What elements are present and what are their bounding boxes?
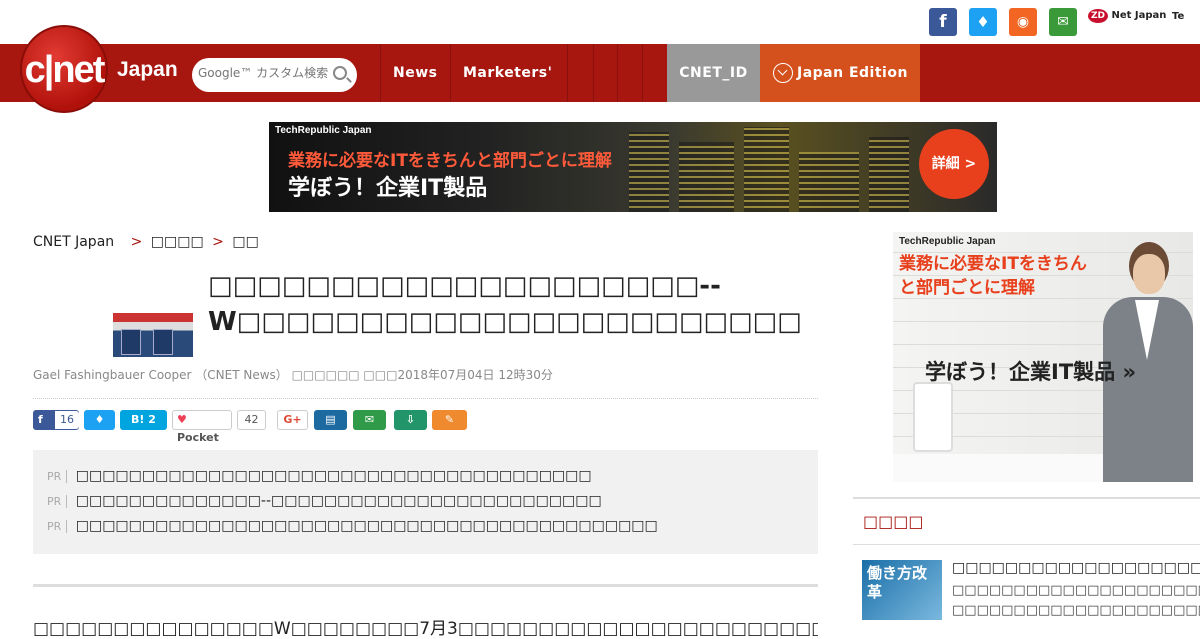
facebook-share-count: 16 (55, 411, 79, 429)
japan-edition-label: Japan Edition (797, 65, 908, 81)
twitter-icon[interactable]: ♦ (969, 8, 997, 36)
japan-edition-button[interactable]: Japan Edition (760, 44, 920, 102)
edition-label: Japan (117, 58, 178, 81)
ad-subheadline: 学ぼう！企業IT製品 » (925, 360, 1137, 384)
utility-bar: f ♦ ◉ ✉ ZD Net Japan Te (0, 0, 1200, 44)
pr-tag: PR (47, 495, 68, 508)
breadcrumb: CNET Japan > □□□□ > □□ (33, 234, 263, 250)
clip-button[interactable]: ✎ (432, 410, 467, 430)
article-byline: Gael Fashingbauer Cooper （CNET News） □□□… (33, 368, 553, 382)
print-button[interactable]: ▤ (314, 410, 347, 430)
save-button[interactable]: ⇩ (394, 410, 427, 430)
pr-item[interactable]: PR □□□□□□□□□□□□□□□□□□□□□□□□□□□□□□□□□□□□□… (47, 514, 804, 539)
sidebar-item-desc: □□□□□□□□□□□□□□□□□□□□□□□□□ (952, 583, 1200, 598)
pr-item[interactable]: PR □□□□□□□□□□□□□□□□□□□□□□□□□□□□□□□□□□□□□… (47, 464, 804, 489)
ad-brand: TechRepublic Japan (275, 125, 372, 136)
print-icon: ▤ (325, 413, 336, 426)
pr-item[interactable]: PR □□□□□□□□□□□□□□--□□□□□□□□□□□□□□□□□□□□□… (47, 489, 804, 514)
ad-graphic (913, 382, 953, 452)
nav-divider (642, 44, 643, 102)
pr-link[interactable]: □□□□□□□□□□□□□□□□□□□□□□□□□□□□□□□□□□□□□□□□… (76, 518, 658, 534)
hatena-label: B! (131, 413, 145, 426)
techrepublic-link[interactable]: Te (1172, 11, 1184, 22)
breadcrumb-category[interactable]: □□□□ (151, 234, 204, 250)
breadcrumb-separator: > (212, 234, 224, 250)
cnet-logo[interactable]: c|net (20, 25, 108, 113)
hatena-count: 2 (148, 413, 156, 426)
search-icon[interactable] (333, 66, 347, 80)
google-plus-button[interactable]: G+ (277, 410, 308, 430)
pocket-icon: ♥ (177, 413, 187, 426)
article-body: □□□□□□□□□□□□□□□W□□□□□□□□7月3□□□□□□□□□□□□□… (33, 619, 818, 639)
rss-icon[interactable]: ◉ (1009, 8, 1037, 36)
pocket-button[interactable]: ♥ Pocket (172, 410, 232, 444)
nav-divider (593, 44, 594, 102)
article-title: □□□□□□□□□□□□□□□□□□□□--W□□□□□□□□□□□□□□□□□… (208, 271, 802, 337)
pocket-count: 42 (237, 410, 266, 430)
ad-graphic (799, 152, 859, 212)
facebook-icon: f (38, 413, 43, 426)
mail-icon: ✉ (364, 413, 375, 426)
ad-headline: 業務に必要なITをきちんと部門ごとに理解 (899, 254, 1087, 298)
main-nav (0, 44, 1200, 102)
facebook-icon[interactable]: f (929, 8, 957, 36)
ad-headline: 業務に必要なITをきちんと部門ごとに理解 (288, 151, 612, 171)
article-thumbnail (113, 313, 193, 357)
pr-tag: PR (47, 520, 68, 533)
sidebar-ad[interactable]: TechRepublic Japan 業務に必要なITをきちんと部門ごとに理解 … (893, 232, 1193, 482)
ad-brand: TechRepublic Japan (899, 236, 996, 247)
divider (33, 398, 818, 399)
clip-icon: ✎ (444, 413, 455, 426)
pr-links-box: PR □□□□□□□□□□□□□□□□□□□□□□□□□□□□□□□□□□□□□… (33, 450, 818, 554)
email-share-button[interactable]: ✉ (353, 410, 386, 430)
ad-details-button[interactable]: 詳細 > (919, 129, 989, 199)
pr-tag: PR (47, 470, 68, 483)
nav-item-marketers[interactable]: Marketers' (451, 44, 564, 102)
twitter-icon: ♦ (94, 413, 105, 426)
ad-graphic (629, 132, 669, 212)
ad-subheadline: 学ぼう！企業IT製品 (288, 176, 488, 201)
sidebar-section-title: □□□□ (853, 497, 1200, 545)
zdnet-label: Net Japan (1111, 10, 1167, 21)
banner-ad[interactable]: TechRepublic Japan 業務に必要なITをきちんと部門ごとに理解 … (269, 122, 997, 212)
zdnet-japan-link[interactable]: ZD Net Japan (1088, 9, 1167, 23)
pr-link[interactable]: □□□□□□□□□□□□□□--□□□□□□□□□□□□□□□□□□□□□□□□… (76, 493, 602, 509)
divider (33, 584, 818, 587)
breadcrumb-subcategory[interactable]: □□ (232, 234, 258, 250)
ad-graphic (869, 137, 909, 212)
facebook-share-button[interactable]: f 16 (33, 410, 79, 430)
pr-link[interactable]: □□□□□□□□□□□□□□□□□□□□□□□□□□□□□□□□□□□□□□□ (76, 468, 592, 484)
pocket-label: Pocket (177, 431, 219, 444)
sidebar-item-title[interactable]: □□□□□□□□□□□□□□□□□□□ (952, 560, 1200, 576)
hatena-bookmark-button[interactable]: B! 2 (120, 410, 167, 430)
download-icon: ⇩ (405, 413, 416, 426)
cnet-id-button[interactable]: CNET_ID (667, 44, 760, 102)
ad-graphic (679, 142, 734, 212)
breadcrumb-separator: > (130, 234, 143, 250)
sidebar-item-thumbnail[interactable]: 働き方改革 (862, 560, 942, 620)
mail-icon[interactable]: ✉ (1049, 8, 1077, 36)
sidebar-item-desc: □□□□□□□□□□□□□□□□□□□□□□□ (952, 603, 1200, 618)
breadcrumb-home[interactable]: CNET Japan (33, 234, 114, 250)
chevron-down-icon (773, 63, 793, 83)
ad-graphic (744, 127, 789, 212)
search-input[interactable] (198, 66, 328, 80)
tweet-button[interactable]: ♦ (84, 410, 115, 430)
nav-divider (567, 44, 568, 102)
nav-divider (617, 44, 618, 102)
techrepublic-label: Te (1172, 11, 1185, 22)
zdnet-mark: ZD (1088, 9, 1108, 23)
search-box[interactable] (192, 58, 357, 92)
nav-item-news[interactable]: News (381, 44, 449, 102)
